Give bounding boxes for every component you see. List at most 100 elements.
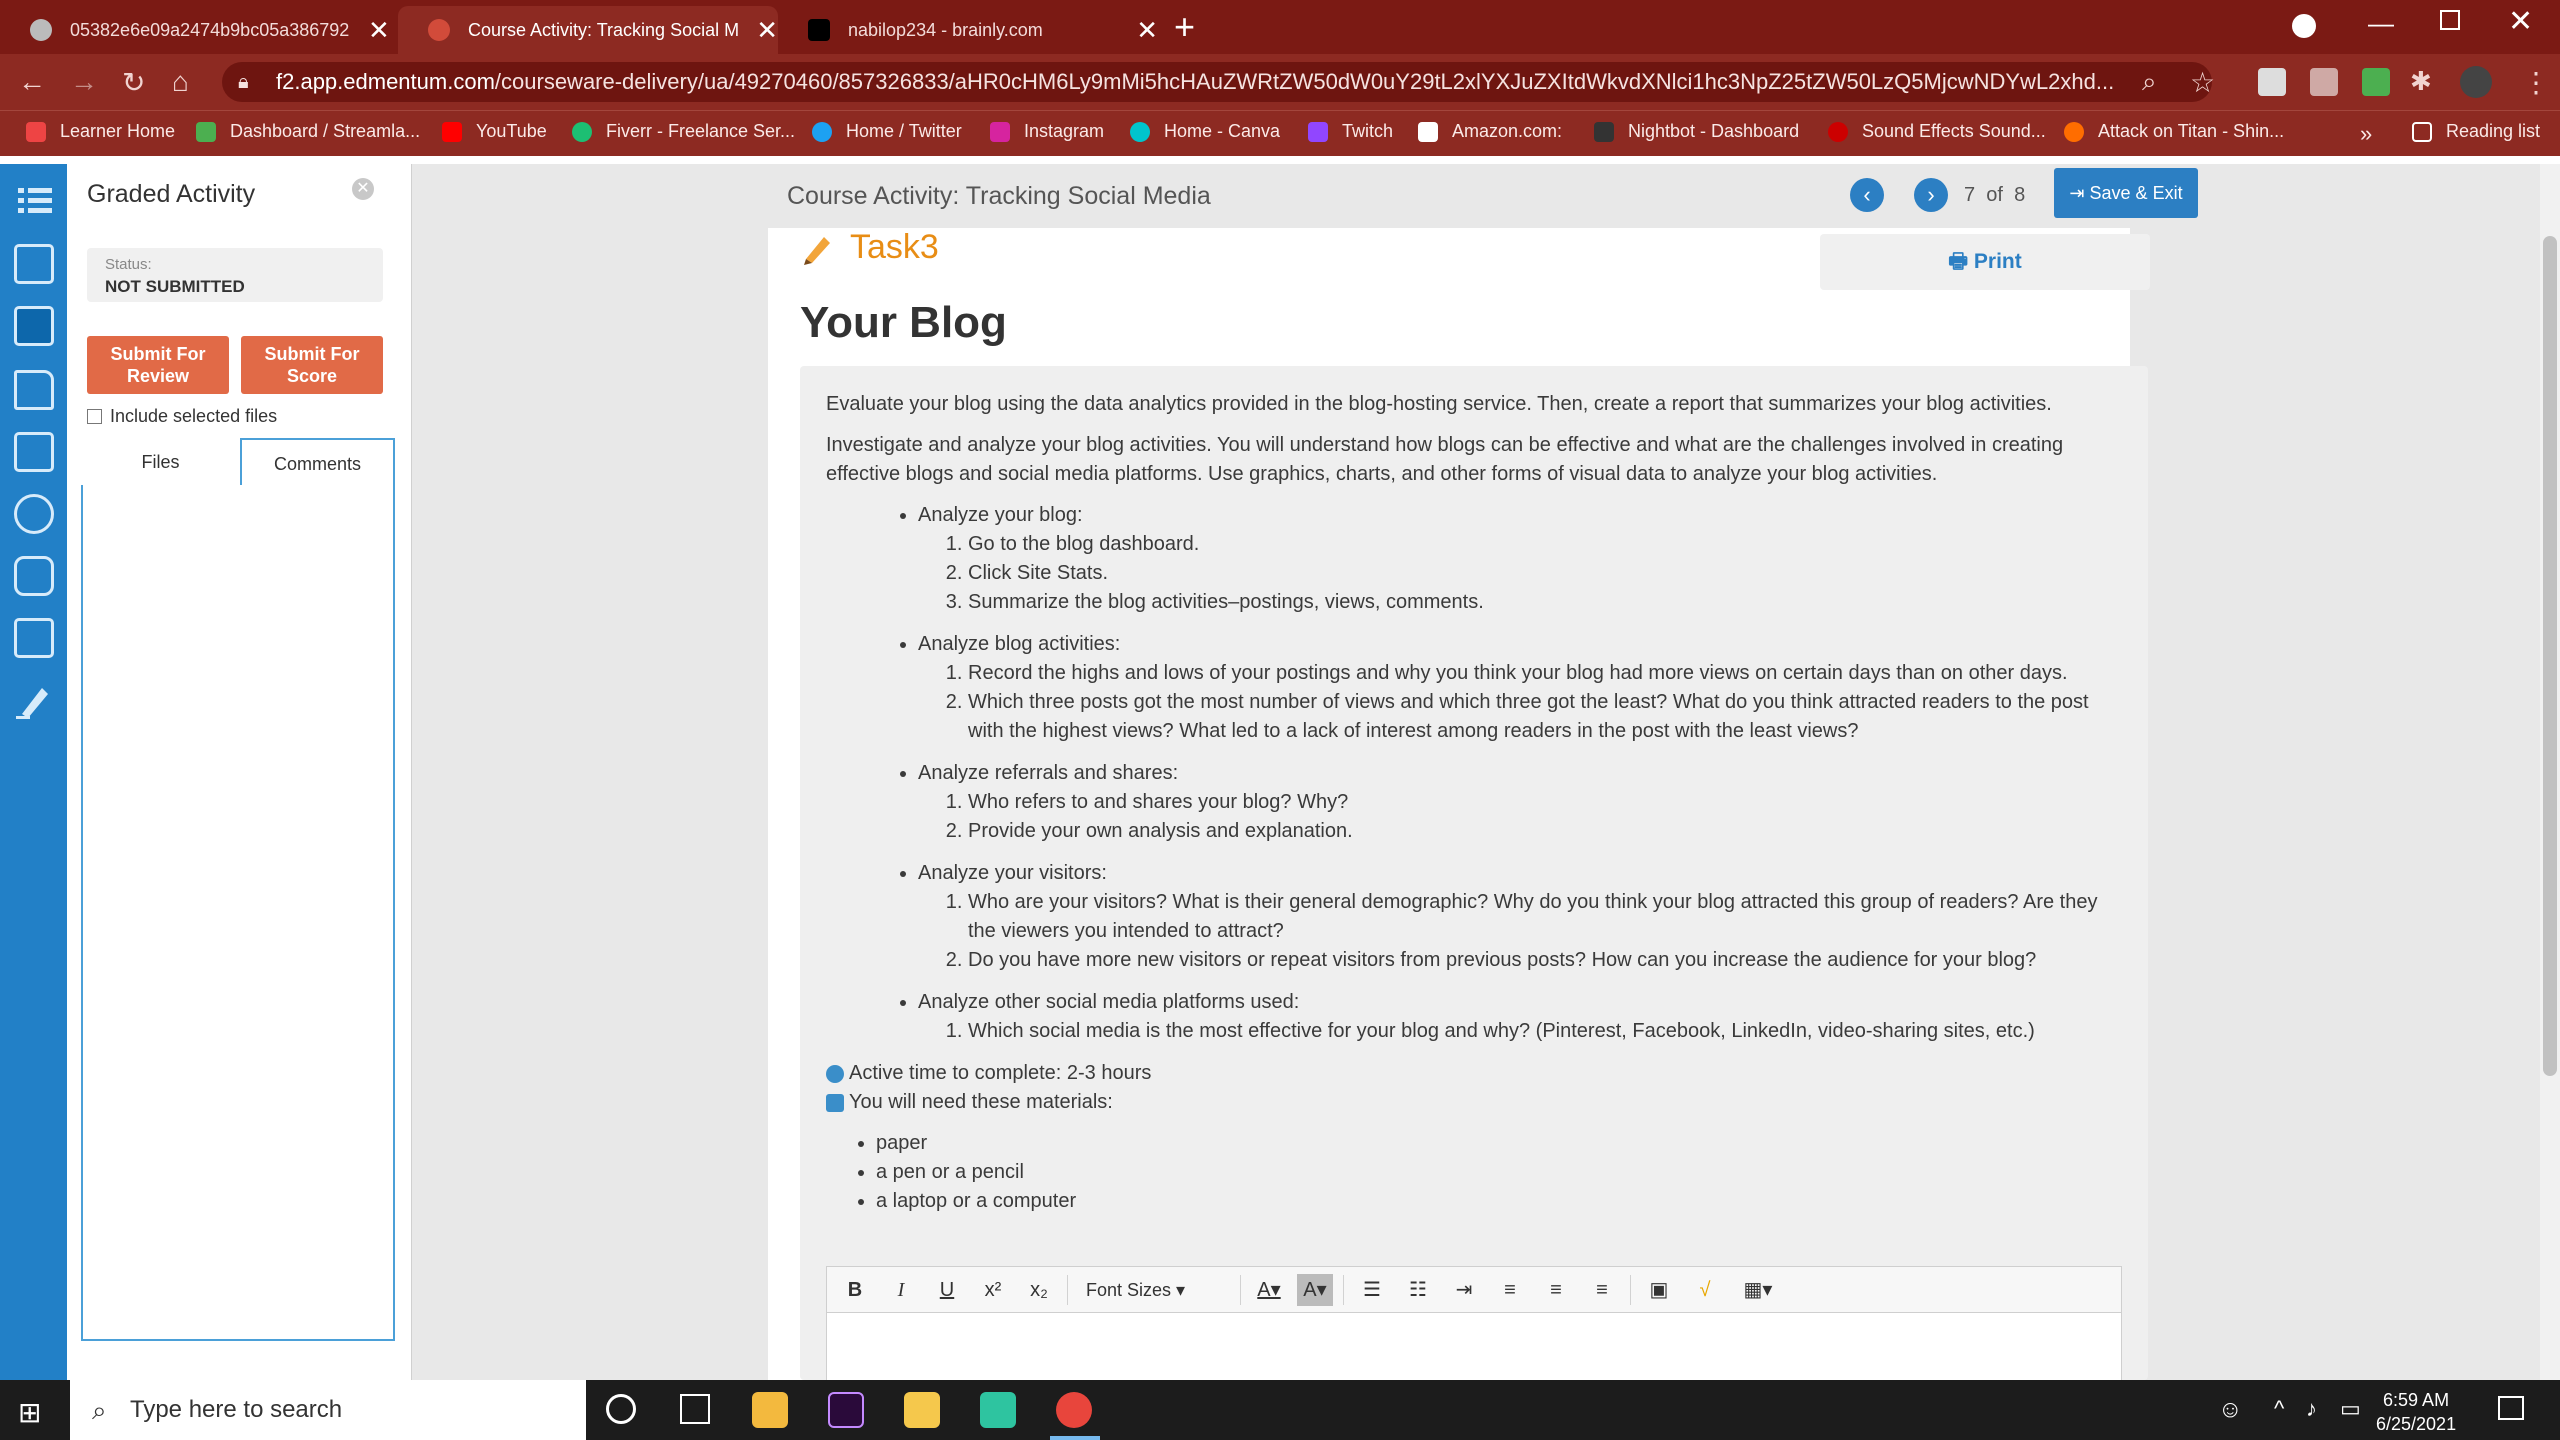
bookmarks-overflow-icon[interactable]: » (2360, 121, 2372, 147)
notifications-icon[interactable] (2498, 1396, 2524, 1420)
tab-files[interactable]: Files (81, 438, 240, 487)
store-icon[interactable] (752, 1392, 788, 1428)
tray-overflow-icon[interactable]: ^ (2274, 1396, 2284, 1422)
insert-image-icon[interactable]: ▣ (1641, 1274, 1677, 1306)
shield-extension-icon[interactable] (2362, 68, 2390, 96)
indent-icon[interactable]: ⇥ (1446, 1274, 1482, 1306)
premiere-icon[interactable] (828, 1392, 864, 1428)
bookmark-dashboard[interactable]: Dashboard / Streamla... (196, 121, 420, 142)
list-icon[interactable] (14, 180, 54, 220)
previous-page-button[interactable]: ‹ (1850, 178, 1884, 212)
text-color-icon[interactable]: A▾ (1251, 1274, 1287, 1306)
section-item: Analyze other social media platforms use… (918, 988, 2122, 1046)
task-view-icon[interactable] (680, 1394, 710, 1424)
cortana-icon[interactable] (606, 1394, 636, 1424)
speaker-icon[interactable] (14, 494, 54, 534)
profile-dropdown-icon[interactable] (2292, 14, 2316, 38)
submit-for-review-button[interactable]: Submit For Review (87, 336, 229, 394)
bookmark-star-icon[interactable]: ☆ (2190, 66, 2215, 99)
tab-close-icon[interactable]: ✕ (1136, 15, 1158, 46)
browser-tab[interactable]: nabilop234 - brainly.com ✕ (778, 6, 1158, 54)
tab-label: Course Activity: Tracking Social Med (468, 19, 739, 40)
superscript-icon[interactable]: x² (975, 1274, 1011, 1306)
close-window-icon[interactable]: ✕ (2508, 4, 2533, 39)
save-and-exit-button[interactable]: ⇥ Save & Exit (2054, 168, 2198, 218)
equation-icon[interactable]: √ (1687, 1274, 1723, 1306)
align-center-icon[interactable]: ≡ (1538, 1274, 1574, 1306)
include-files-row[interactable]: Include selected files (87, 406, 277, 427)
zoom-icon[interactable]: ⌕ (2142, 66, 2157, 98)
graded-activity-icon[interactable] (14, 306, 54, 346)
background-color-icon[interactable]: A▾ (1297, 1273, 1333, 1306)
restore-icon[interactable] (2440, 10, 2460, 30)
bookmark-learner-home[interactable]: Learner Home (26, 121, 175, 142)
highlighter-icon[interactable] (14, 680, 54, 720)
scrollbar-thumb[interactable] (2543, 236, 2557, 1076)
edit-notes-icon[interactable] (14, 244, 54, 284)
extension-s-icon[interactable] (2258, 68, 2286, 96)
translate-icon[interactable] (14, 556, 54, 596)
bookmark-sound-effects[interactable]: Sound Effects Sound... (1828, 121, 2046, 142)
extension-icon[interactable] (2310, 68, 2338, 96)
back-icon[interactable]: ← (18, 66, 46, 98)
numbered-list-icon[interactable]: ☷ (1400, 1274, 1436, 1306)
bookmark-attack-on-titan[interactable]: Attack on Titan - Shin... (2064, 121, 2284, 142)
chrome-icon[interactable] (1056, 1392, 1092, 1428)
reload-icon[interactable]: ↻ (122, 66, 145, 99)
network-icon[interactable]: ▭ (2340, 1396, 2361, 1422)
app-icon[interactable] (980, 1392, 1016, 1428)
insert-table-icon[interactable]: ▦▾ (1733, 1274, 1783, 1306)
close-panel-icon[interactable]: ✕ (352, 178, 374, 200)
file-explorer-icon[interactable] (904, 1392, 940, 1428)
subscript-icon[interactable]: x₂ (1021, 1274, 1057, 1306)
menu-kebab-icon[interactable]: ⋮ (2522, 66, 2550, 99)
next-page-button[interactable]: › (1914, 178, 1948, 212)
dictionary-icon[interactable] (14, 432, 54, 472)
step-item: Summarize the blog activities–postings, … (968, 588, 2122, 617)
bullet-list-icon[interactable]: ☰ (1354, 1274, 1390, 1306)
lock-icon[interactable]: 🔒︎ (238, 62, 249, 102)
volume-icon[interactable]: ♪ (2306, 1396, 2317, 1422)
status-label: Status: (105, 256, 152, 273)
bookmark-amazon[interactable]: Amazon.com: (1418, 121, 1562, 142)
tab-comments[interactable]: Comments (240, 438, 395, 487)
clock[interactable]: 6:59 AM 6/25/2021 (2376, 1388, 2456, 1436)
extensions-puzzle-icon[interactable]: ✱ (2410, 66, 2432, 97)
forward-icon[interactable]: → (70, 66, 98, 98)
align-right-icon[interactable]: ≡ (1584, 1274, 1620, 1306)
italic-icon[interactable]: I (883, 1274, 919, 1306)
include-files-checkbox[interactable] (87, 409, 102, 424)
taskbar-search-input[interactable]: ⌕ Type here to search (70, 1380, 586, 1440)
step-item: Provide your own analysis and explanatio… (968, 817, 2122, 846)
bookmark-twitch[interactable]: Twitch (1308, 121, 1393, 142)
people-icon[interactable]: ☺ (2218, 1396, 2243, 1424)
calculator-icon[interactable] (14, 618, 54, 658)
bookmark-youtube[interactable]: YouTube (442, 121, 547, 142)
browser-tab[interactable]: 05382e6e09a2474b9bc05a386792d ✕ (0, 6, 390, 54)
reading-list-button[interactable]: Reading list (2412, 121, 2540, 142)
font-sizes-select[interactable]: Font Sizes ▾ (1078, 1274, 1226, 1306)
bookmark-nightbot[interactable]: Nightbot - Dashboard (1594, 121, 1799, 142)
folder-icon[interactable] (14, 370, 54, 410)
minimize-icon[interactable]: — (2368, 8, 2394, 39)
print-button[interactable]: 🖶︎ Print (1820, 234, 2150, 290)
comments-area[interactable] (81, 485, 395, 1341)
page-scrollbar[interactable] (2540, 164, 2560, 1380)
avatar[interactable] (2460, 66, 2492, 98)
browser-tab-active[interactable]: Course Activity: Tracking Social Med ✕ (398, 6, 778, 54)
windows-start-icon[interactable]: ⊞ (18, 1396, 41, 1429)
bookmark-twitter[interactable]: Home / Twitter (812, 121, 962, 142)
bookmark-instagram[interactable]: Instagram (990, 121, 1104, 142)
tab-close-icon[interactable]: ✕ (368, 15, 390, 46)
home-icon[interactable]: ⌂ (172, 66, 189, 98)
align-left-icon[interactable]: ≡ (1492, 1274, 1528, 1306)
bookmark-canva[interactable]: Home - Canva (1130, 121, 1280, 142)
tab-close-icon[interactable]: ✕ (756, 15, 778, 46)
underline-icon[interactable]: U (929, 1274, 965, 1306)
bold-icon[interactable]: B (837, 1274, 873, 1306)
url-input[interactable]: 🔒︎ f2.app.edmentum.com/courseware-delive… (222, 62, 2212, 102)
submit-for-score-button[interactable]: Submit For Score (241, 336, 383, 394)
new-tab-icon[interactable]: + (1174, 6, 1195, 48)
bookmark-fiverr[interactable]: Fiverr - Freelance Ser... (572, 121, 795, 142)
step-item: Who refers to and shares your blog? Why? (968, 788, 2122, 817)
